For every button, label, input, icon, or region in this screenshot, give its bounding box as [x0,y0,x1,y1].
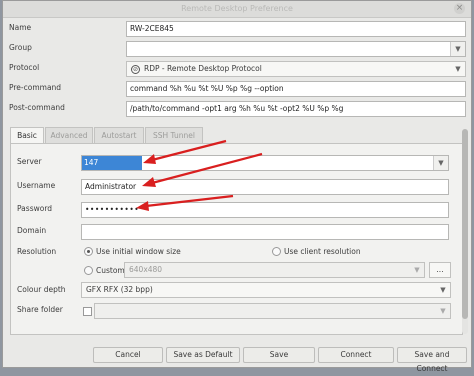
pre-command-input[interactable]: command %h %u %t %U %p %g --option [126,81,466,97]
save-button[interactable]: Save [243,347,315,363]
triangle-down-icon[interactable]: ▼ [450,42,465,56]
share-folder-checkbox[interactable] [83,307,92,316]
custom-resolution-value: 640x480 [129,265,163,274]
protocol-label: Protocol [9,63,40,72]
save-and-connect-button[interactable]: Save and Connect [397,347,467,373]
post-command-label: Post-command [9,103,65,112]
tab-autostart[interactable]: Autostart [94,127,144,143]
scrollbar-thumb[interactable] [462,129,468,319]
no-entry-icon: ⊘ [131,64,140,74]
custom-resolution-select[interactable]: 640x480 ▼ [124,262,425,278]
triangle-down-icon: ▼ [440,307,446,315]
password-label: Password [17,204,53,213]
resolution-more-button[interactable]: ... [429,262,451,278]
server-label: Server [17,157,42,166]
name-label: Name [9,23,32,32]
tab-ssh-tunnel[interactable]: SSH Tunnel [145,127,203,143]
tab-basic[interactable]: Basic [10,127,44,144]
colour-depth-select[interactable]: GFX RFX (32 bpp) ▼ [81,282,451,298]
radio-custom[interactable] [84,266,93,275]
radio-client-resolution[interactable] [272,247,281,256]
share-folder-chooser[interactable]: ▼ [94,303,451,319]
domain-input[interactable] [81,224,449,240]
radio-initial-label: Use initial window size [96,247,181,256]
triangle-down-icon: ▼ [440,286,446,294]
save-as-default-button[interactable]: Save as Default [166,347,240,363]
name-input[interactable]: RW-2CE845 [126,21,466,37]
window-title: Remote Desktop Preference [181,4,293,13]
password-input[interactable]: ••••••••••• [81,202,449,218]
title-bar: Remote Desktop Preference × [3,1,471,18]
post-command-input[interactable]: /path/to/command -opt1 arg %h %u %t -opt… [126,101,466,117]
colour-depth-label: Colour depth [17,285,66,294]
protocol-select[interactable]: ⊘ RDP - Remote Desktop Protocol ▼ [126,61,466,77]
radio-client-label: Use client resolution [284,247,361,256]
group-label: Group [9,43,32,52]
domain-label: Domain [17,226,47,235]
pre-command-label: Pre-command [9,83,62,92]
cancel-button[interactable]: Cancel [93,347,163,363]
close-icon[interactable]: × [454,3,465,14]
resolution-label: Resolution [17,247,57,256]
colour-depth-value: GFX RFX (32 bpp) [86,285,153,294]
username-label: Username [17,181,56,190]
triangle-down-icon[interactable]: ▼ [433,156,448,170]
group-combobox[interactable]: ▼ [126,41,466,57]
radio-custom-label: Custom [96,266,125,275]
remote-desktop-preference-window: Remote Desktop Preference × Name RW-2CE8… [2,0,472,373]
tab-advanced[interactable]: Advanced [45,127,93,143]
triangle-down-icon: ▼ [414,266,420,274]
username-input[interactable]: Administrator [81,179,449,195]
triangle-down-icon: ▼ [455,65,461,73]
radio-initial-window-size[interactable] [84,247,93,256]
protocol-value: RDP - Remote Desktop Protocol [144,64,262,73]
server-combobox[interactable]: 147 ▼ [81,155,449,171]
server-value: 147 [82,156,142,170]
connect-button[interactable]: Connect [318,347,394,363]
share-folder-label: Share folder [17,305,63,314]
